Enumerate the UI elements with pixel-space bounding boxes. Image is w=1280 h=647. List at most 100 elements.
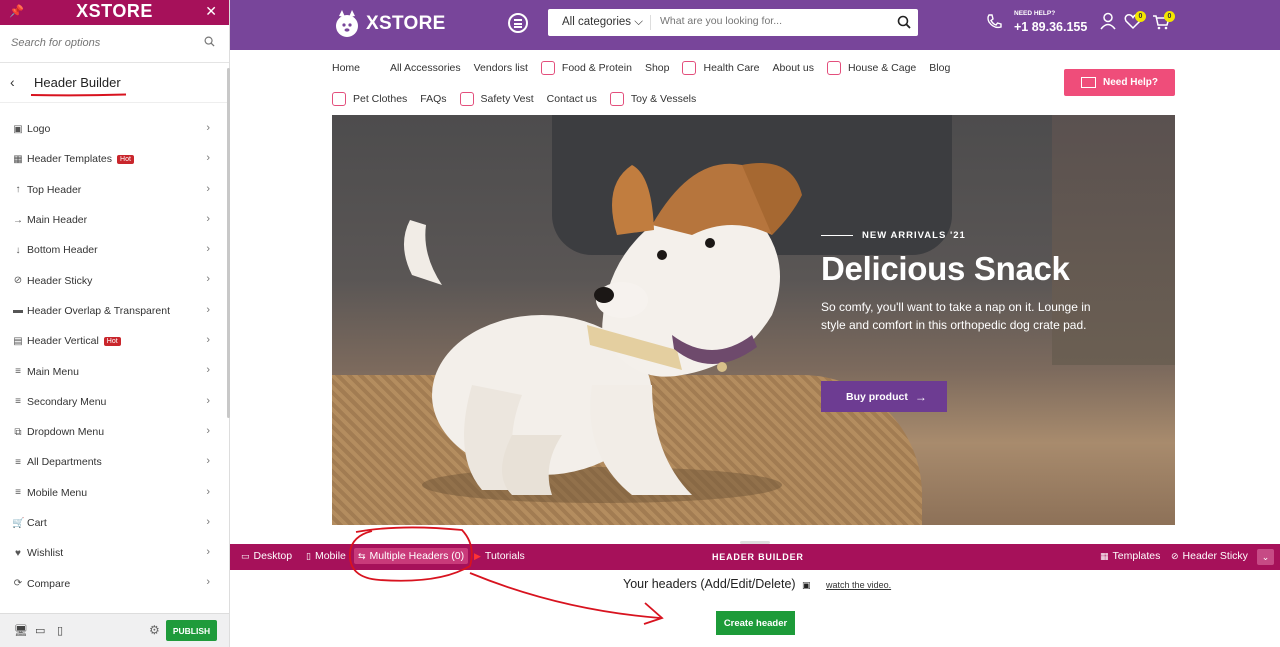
sidebar-item-label: Logo (27, 123, 51, 136)
cart-icon: 🛒 (12, 517, 25, 529)
red-underline-annotation (30, 93, 127, 97)
sidebar-item-label: Header Sticky (27, 274, 93, 287)
nav-item-food-protein[interactable]: Food & Protein (540, 61, 632, 75)
sidebar-item-label: Main Header (27, 214, 88, 227)
sidebar-item-compare[interactable]: ⟳ Compare › (0, 568, 226, 598)
search-icon[interactable] (204, 36, 215, 47)
sidebar-item-header-vertical[interactable]: ▤ Header Vertical Hot › (0, 326, 226, 356)
youtube-icon: ▶ (474, 550, 481, 561)
gear-icon[interactable]: ⚙ (149, 623, 160, 637)
sidebar-item-header-templates[interactable]: ▦ Header Templates Hot › (0, 144, 226, 174)
nav-item-house-cage[interactable]: House & Cage (826, 61, 917, 75)
sidebar-item-header-sticky[interactable]: ⊘ Header Sticky › (0, 265, 226, 295)
user-icon[interactable] (1099, 12, 1117, 30)
site-search: All categories ⌵ (548, 9, 918, 36)
nav-item-label: Vendors list (473, 62, 528, 74)
nav-item-about-us[interactable]: About us (773, 62, 814, 74)
hamburger-menu-button[interactable] (508, 13, 528, 33)
nav-item-vendors-list[interactable]: Vendors list (474, 62, 528, 74)
cart-count-badge: 0 (1164, 11, 1175, 22)
nav-item-label: House & Cage (847, 62, 917, 74)
nav-item-faqs[interactable]: FAQs (420, 93, 446, 105)
nav-item-health-care[interactable]: Health Care (682, 61, 760, 75)
tab-desktop[interactable]: ▭ Desktop (241, 550, 292, 562)
nav-category-icon (332, 92, 346, 106)
dog-logo-icon (336, 10, 358, 37)
nav-item-label: Home (332, 62, 361, 74)
sidebar-brand: XSTORE (76, 1, 153, 21)
arrow-right-icon: → (13, 214, 23, 226)
menu-icon: ≡ (15, 396, 21, 408)
panel-resize-handle[interactable] (740, 541, 770, 544)
nav-item-blog[interactable]: Blog (929, 62, 950, 74)
hero-content: NEW ARRIVALS '21 Delicious Snack So comf… (821, 230, 1111, 334)
header-sticky-button[interactable]: ⊘ Header Sticky (1171, 550, 1248, 562)
watch-video-link[interactable]: watch the video. (826, 580, 891, 590)
sidebar-item-dropdown-menu[interactable]: ⧉ Dropdown Menu › (0, 417, 226, 447)
site-logo[interactable]: XSTORE (334, 6, 446, 42)
nav-item-label: Food & Protein (561, 62, 632, 74)
sidebar-item-main-header[interactable]: → Main Header › (0, 205, 226, 235)
grid-icon: ▦ (13, 153, 23, 165)
arrow-down-icon: ↓ (15, 244, 21, 256)
nav-item-toy-vessels[interactable]: Toy & Vessels (609, 92, 696, 106)
options-search-input[interactable] (11, 37, 201, 49)
search-divider (650, 15, 651, 30)
sidebar-item-label: Main Menu (27, 365, 79, 378)
menu-icon: ≡ (15, 366, 21, 378)
chevron-down-icon: ⌵ (634, 16, 643, 28)
document-icon: ▤ (13, 335, 23, 347)
wishlist-count-badge: 0 (1135, 11, 1146, 22)
sidebar-item-secondary-menu[interactable]: ≡ Secondary Menu › (0, 387, 226, 417)
logo-text: XSTORE (366, 13, 446, 34)
tab-tutorials[interactable]: ▶ Tutorials (474, 550, 525, 562)
need-help-button[interactable]: Need Help? (1064, 69, 1175, 96)
sidebar-item-top-header[interactable]: ↑ Top Header › (0, 175, 226, 205)
tab-mobile[interactable]: ▯ Mobile (306, 550, 346, 562)
mobile-preview-icon[interactable]: ▯ (57, 624, 63, 637)
tablet-preview-icon[interactable]: ▭ (35, 624, 45, 637)
nav-item-shop[interactable]: Shop (645, 62, 670, 74)
sidebar-item-cart[interactable]: 🛒 Cart › (0, 508, 226, 538)
sidebar-item-logo[interactable]: ▣ Logo › (0, 114, 226, 144)
desktop-preview-icon[interactable]: 🖥 (14, 624, 28, 637)
video-icon: ▣ (802, 580, 811, 590)
sidebar-item-label: All Departments (27, 456, 102, 469)
need-help-button-label: Need Help? (1102, 77, 1158, 88)
sidebar-item-mobile-menu[interactable]: ≡ Mobile Menu › (0, 478, 226, 508)
site-search-input[interactable] (660, 15, 880, 27)
create-header-button[interactable]: Create header (716, 611, 795, 635)
back-arrow-icon[interactable]: ‹ (10, 74, 15, 90)
sidebar-item-wishlist[interactable]: ♥ Wishlist › (0, 538, 226, 568)
nav-item-home[interactable]: Home (332, 62, 360, 74)
section-title: Header Builder (34, 75, 121, 90)
layers-icon: ▬ (13, 305, 23, 317)
nav-item-all-accessories[interactable]: All Accessories (390, 62, 461, 74)
nav-item-contact-us[interactable]: Contact us (547, 93, 597, 105)
sidebar-item-bottom-header[interactable]: ↓ Bottom Header › (0, 235, 226, 265)
menu-icon: ≡ (15, 456, 21, 468)
chevron-right-icon: › (206, 485, 210, 498)
hero-eyebrow: NEW ARRIVALS '21 (821, 230, 1111, 241)
nav-item-safety-vest[interactable]: Safety Vest (459, 92, 534, 106)
publish-button[interactable]: PUBLISH (166, 620, 217, 641)
sidebar-item-main-menu[interactable]: ≡ Main Menu › (0, 356, 226, 386)
tab-multiple-headers[interactable]: ⇆ Multiple Headers (0) (354, 548, 469, 564)
templates-button[interactable]: ▦ Templates (1100, 550, 1160, 562)
chevron-right-icon: › (206, 364, 210, 377)
hero-description: So comfy, you'll want to take a nap on i… (821, 300, 1091, 332)
search-icon[interactable] (897, 15, 911, 29)
buy-product-button[interactable]: Buy product → (821, 381, 947, 412)
sidebar-item-header-overlap-transparent[interactable]: ▬ Header Overlap & Transparent › (0, 296, 226, 326)
mobile-icon: ▯ (306, 550, 311, 561)
need-help-label: NEED HELP? (1014, 10, 1056, 17)
site-topbar: XSTORE All categories ⌵ NEED HELP? +1 89… (230, 0, 1280, 50)
sidebar-item-all-departments[interactable]: ≡ All Departments › (0, 447, 226, 477)
nav-item-label: FAQs (420, 93, 447, 105)
close-icon[interactable]: ✕ (205, 3, 217, 20)
nav-item-pet-clothes[interactable]: Pet Clothes (332, 92, 407, 106)
category-select[interactable]: All categories ⌵ (562, 16, 643, 29)
nav-item-label: Pet Clothes (353, 93, 408, 105)
collapse-chevron-icon[interactable]: ⌄ (1257, 549, 1274, 565)
nav-category-icon (459, 92, 474, 106)
